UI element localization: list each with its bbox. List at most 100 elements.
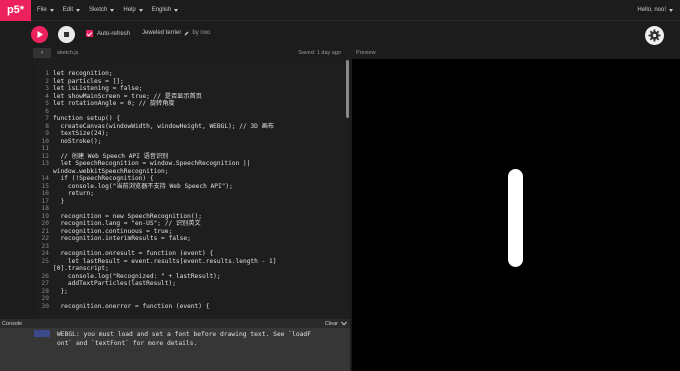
code-line: recognition = new SpeechRecognition(); [53, 212, 203, 220]
chevron-down-icon [669, 8, 673, 12]
code-line: [0].transcript; [53, 265, 109, 272]
line-number-gutter: 1 2 3 4 5 6 7 8 9 10 11 12 13 14 15 16 17 18 19 20 21 22 23 24 2… [34, 58, 52, 319]
play-icon [37, 31, 43, 38]
console-clear-controls: Clear [325, 321, 347, 327]
menu-file-label: File [37, 7, 47, 13]
pencil-icon[interactable] [184, 31, 189, 36]
code-editor[interactable]: 1 2 3 4 5 6 7 8 9 10 11 12 13 14 15 16 17 18 19 20 21 22 23 24 2… [34, 58, 350, 319]
line-number: 10 [41, 137, 49, 145]
menu-sketch-label: Sketch [89, 7, 108, 13]
preview-white-stroke [508, 169, 523, 267]
top-nav: p5* File Edit Sketch Help English Hello,… [0, 0, 680, 21]
editor-header: › sketch.js Saved: 1 day ago [0, 48, 350, 58]
code-line: addTextParticles(lastResult); [53, 280, 176, 287]
line-number: 15 [41, 182, 49, 190]
editor-scrollbar[interactable] [346, 60, 349, 118]
expand-sidebar-button[interactable]: › [33, 48, 51, 58]
saved-status: Saved: 1 day ago [298, 50, 341, 56]
code-line: console.log("当前浏览器不支持 Web Speech API"); [53, 182, 233, 190]
settings-button[interactable] [645, 26, 664, 45]
stop-button[interactable] [58, 26, 75, 43]
console-title: Console [2, 320, 23, 327]
line-number: 5 [45, 100, 49, 107]
auto-refresh-checkbox[interactable] [86, 30, 93, 37]
line-number: 12 [41, 152, 49, 160]
chevron-down-icon [49, 8, 54, 12]
file-name: sketch.js [57, 50, 79, 56]
console-message: WEBGL: you must load and set a font befo… [57, 331, 312, 347]
line-number: 11 [41, 145, 49, 152]
user-menu[interactable]: Hello, noo! [637, 7, 673, 13]
line-number: 30 [41, 302, 49, 310]
menu-help-label: Help [123, 7, 136, 13]
code-line: let showMainScreen = true; // 是否显示首页 [53, 92, 202, 100]
main-menu: File Edit Sketch Help English [37, 7, 179, 13]
menu-language-label: English [151, 7, 172, 13]
code-line: recognition.interimResults = false; [53, 235, 191, 242]
line-number: 21 [41, 227, 49, 235]
menu-file[interactable]: File [37, 7, 54, 13]
line-number: 3 [45, 85, 49, 92]
line-number: 17 [41, 197, 49, 205]
menu-sketch[interactable]: Sketch [89, 7, 115, 13]
line-number: 24 [41, 250, 49, 257]
code-line: let isListening = false; [53, 85, 143, 92]
code-line: let SpeechRecognition = window.SpeechRec… [53, 160, 251, 167]
line-number: 20 [41, 220, 49, 227]
line-number: 28 [41, 287, 49, 295]
code-line: let rotationAngle = 0; // 旋转角度 [53, 100, 175, 107]
p5-logo[interactable]: p5* [0, 0, 31, 21]
line-number: 26 [41, 272, 49, 280]
line-number: 16 [41, 190, 49, 197]
preview-header: Preview [350, 48, 680, 58]
code-line: noStroke(); [53, 137, 102, 145]
code-line: let lastResult = event.results[event.res… [53, 257, 277, 265]
project-title[interactable]: Jeweled terrier [142, 30, 181, 36]
menu-help[interactable]: Help [123, 7, 143, 13]
code-line: return; [53, 190, 94, 197]
code-line: } [53, 197, 65, 205]
line-number: 1 [45, 70, 49, 77]
stop-icon [64, 32, 69, 37]
menu-language[interactable]: English [152, 7, 179, 13]
line-number: 29 [41, 295, 49, 302]
gear-icon [648, 29, 661, 42]
line-number: 8 [45, 122, 49, 130]
code-line: console.log("Recognized: " + lastResult)… [53, 272, 221, 280]
code-line: let recognition; [53, 70, 113, 77]
line-number: 23 [41, 242, 49, 250]
auto-refresh-label: Auto-refresh [97, 30, 131, 37]
line-number: 14 [41, 175, 49, 182]
line-number: 22 [41, 235, 49, 242]
project-owner[interactable]: by noo [192, 30, 210, 36]
line-number: 27 [41, 280, 49, 287]
code-line: // 创建 Web Speech API 语音识别 [53, 152, 169, 160]
user-greeting: Hello, noo! [637, 7, 666, 13]
chevron-down-icon [174, 8, 179, 12]
line-number: 4 [45, 92, 49, 100]
menu-edit-label: Edit [62, 7, 74, 13]
code-line: recognition.lang = "en-US"; // 识别英文 [53, 220, 201, 227]
menu-edit[interactable]: Edit [62, 7, 81, 13]
line-number: 9 [45, 130, 49, 137]
chevron-down-icon[interactable] [341, 321, 347, 326]
console-header: Console Clear [0, 319, 350, 328]
line-number: 25 [41, 257, 49, 265]
code-line: recognition.onerror = function (event) { [53, 302, 210, 310]
code-line: textSize(24); [53, 130, 109, 137]
clear-console-button[interactable]: Clear [325, 321, 338, 327]
code-line: createCanvas(windowWidth, windowHeight, … [53, 122, 274, 130]
line-number: 7 [45, 115, 49, 122]
project-name[interactable]: Jeweled terrier by noo [142, 30, 210, 36]
line-number: 2 [45, 77, 49, 85]
code-line: }; [53, 287, 68, 295]
code-line: function setup() { [53, 115, 121, 122]
code-line: window.webkitSpeechRecognition; [53, 167, 169, 175]
code-line: recognition.continuous = true; [53, 227, 173, 235]
auto-refresh-toggle[interactable]: Auto-refresh [86, 30, 130, 37]
code-area[interactable]: let recognition; let particles = []; let i… [53, 58, 345, 319]
play-button[interactable] [31, 26, 48, 43]
chevron-down-icon [138, 8, 143, 12]
console-message-badge [34, 330, 50, 337]
line-number: 18 [41, 205, 49, 212]
